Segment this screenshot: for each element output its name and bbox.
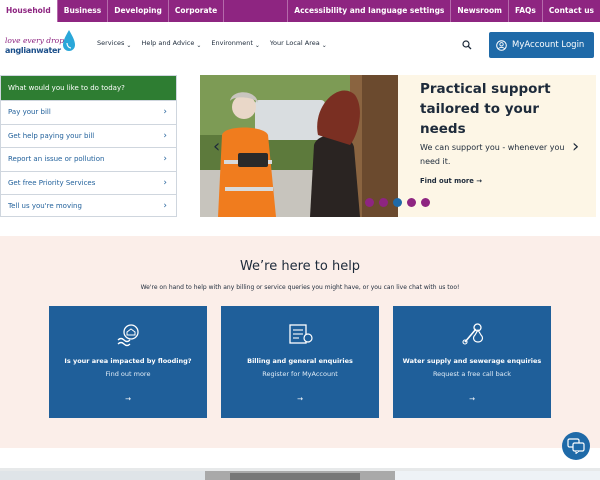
card-subtitle: Register for MyAccount (262, 370, 338, 378)
chevron-down-icon: ⌄ (321, 42, 327, 49)
card-icon-wrap (221, 320, 379, 348)
flood-icon (117, 324, 139, 347)
main-nav: Services ⌄ Help and Advice ⌄ Environment ⌄ … (97, 39, 337, 49)
card-title: Water supply and sewerage enquiries (402, 357, 542, 365)
card-icon-wrap (49, 320, 207, 348)
nav-help-label: Help and Advice (141, 39, 195, 47)
carousel-dot[interactable] (365, 198, 374, 207)
logo-tagline: love every drop (5, 36, 64, 45)
hero-subtitle: We can support you - whenever you need i… (420, 143, 565, 166)
quick-link-report-issue[interactable]: Report an issue or pollution › (1, 147, 176, 171)
live-chat-button[interactable] (562, 432, 590, 460)
card-subtitle: Request a free call back (432, 370, 512, 378)
quick-links-panel: What would you like to do today? Pay you… (0, 75, 177, 217)
arrow-right-icon: → (125, 395, 131, 403)
hero-photo (200, 75, 398, 217)
logo-wordmark: anglianwater (5, 46, 61, 55)
carousel-next-button[interactable]: › (572, 136, 579, 157)
quick-link-label: Get free Priority Services (8, 178, 96, 187)
quick-link-moving[interactable]: Tell us you're moving › (1, 194, 176, 218)
bottom-photo-strip (0, 471, 600, 480)
contact-us-link[interactable]: Contact us (543, 0, 600, 22)
help-lead-text: We're on hand to help with any billing o… (140, 284, 460, 291)
hero-title: Practical support tailored to your needs (420, 81, 551, 137)
nav-help-and-advice[interactable]: Help and Advice ⌄ (141, 39, 201, 49)
quick-link-priority-services[interactable]: Get free Priority Services › (1, 170, 176, 195)
accessibility-link[interactable]: Accessibility and language settings (288, 0, 452, 22)
chevron-right-icon: › (163, 154, 167, 165)
nav-services[interactable]: Services ⌄ (97, 39, 131, 49)
tab-business[interactable]: Business (58, 0, 109, 22)
tab-household[interactable]: Household (0, 0, 58, 22)
tab-corporate[interactable]: Corporate (169, 0, 225, 22)
quick-link-pay-bill[interactable]: Pay your bill › (1, 100, 176, 124)
myaccount-login-label: MyAccount Login (512, 40, 585, 50)
carousel-prev-button[interactable]: ‹ (213, 136, 220, 157)
carousel-dot-active[interactable] (393, 198, 402, 207)
carousel-dots (365, 198, 430, 207)
top-bar-spacer (224, 0, 289, 22)
quick-link-label: Report an issue or pollution (8, 155, 105, 164)
carousel-dot[interactable] (379, 198, 388, 207)
site-header: love every drop anglianwater Services ⌄ H… (0, 22, 600, 66)
nav-environment[interactable]: Environment ⌄ (211, 39, 260, 49)
chevron-down-icon: ⌄ (254, 42, 260, 49)
chevron-right-icon: › (163, 177, 167, 188)
user-icon (496, 39, 507, 51)
myaccount-login-button[interactable]: MyAccount Login (489, 32, 594, 58)
quick-links-heading: What would you like to do today? (1, 76, 176, 100)
chevron-right-icon: › (163, 130, 167, 141)
chevron-down-icon: ⌄ (126, 42, 132, 49)
quick-link-label: Tell us you're moving (8, 202, 82, 211)
chevron-down-icon: ⌄ (196, 42, 202, 49)
tab-developing[interactable]: Developing (108, 0, 169, 22)
hero-find-out-more-link[interactable]: Find out more → (420, 177, 482, 185)
arrow-right-icon: → (469, 395, 475, 403)
faqs-link[interactable]: FAQs (509, 0, 543, 22)
quick-link-label: Get help paying your bill (8, 131, 95, 140)
nav-environment-label: Environment (211, 39, 253, 47)
hero-panel: Practical support tailored to your needs… (398, 75, 596, 217)
billing-icon (289, 324, 313, 344)
top-bar: Household Business Developing Corporate … (0, 0, 600, 22)
carousel-dot[interactable] (421, 198, 430, 207)
anglian-water-logo[interactable]: love every drop anglianwater (5, 27, 77, 59)
nav-local-area-label: Your Local Area (269, 39, 320, 47)
nav-services-label: Services (97, 39, 125, 47)
hero-photo-illustration (200, 75, 398, 217)
card-title: Is your area impacted by flooding? (64, 357, 192, 365)
billing-card[interactable]: Billing and general enquiries Register f… (221, 306, 379, 418)
flooding-card[interactable]: Is your area impacted by flooding? Find … (49, 306, 207, 418)
arrow-right-icon: → (297, 395, 303, 403)
chevron-right-icon: › (163, 107, 167, 118)
card-icon-wrap (393, 320, 551, 348)
search-icon[interactable] (462, 40, 472, 50)
quick-link-help-paying[interactable]: Get help paying your bill › (1, 123, 176, 148)
quick-link-label: Pay your bill (8, 108, 51, 117)
carousel-dot[interactable] (407, 198, 416, 207)
water-drop-icon (63, 30, 75, 51)
water-supply-card[interactable]: Water supply and sewerage enquiries Requ… (393, 306, 551, 418)
newsroom-link[interactable]: Newsroom (451, 0, 509, 22)
nav-your-local-area[interactable]: Your Local Area ⌄ (270, 39, 327, 49)
next-section-photos (0, 468, 600, 480)
help-title: We’re here to help (239, 259, 361, 274)
tools-icon (462, 323, 484, 345)
chevron-right-icon: › (163, 201, 167, 212)
card-title: Billing and general enquiries (247, 357, 353, 365)
chat-bubbles-icon (567, 438, 585, 454)
card-subtitle: Find out more (105, 370, 151, 378)
